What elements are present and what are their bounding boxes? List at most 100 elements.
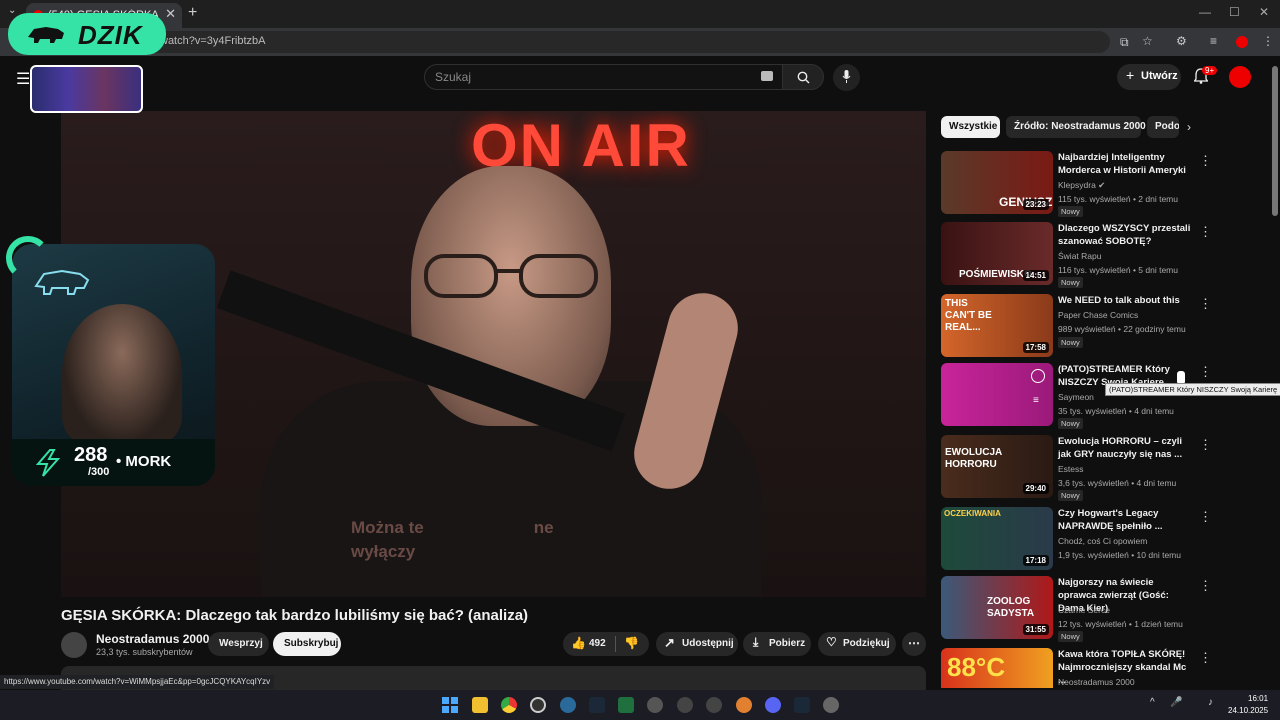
recommendation-channel[interactable]: Chodź, coś Ci opowiem	[1058, 536, 1147, 546]
file-explorer-icon[interactable]	[472, 697, 488, 713]
browser-icon[interactable]	[560, 697, 576, 713]
obs-icon[interactable]	[530, 697, 546, 713]
more-options-icon[interactable]: ⋮	[1199, 650, 1212, 666]
support-button[interactable]: Wesprzyj	[208, 632, 269, 656]
tab-list-chevron-icon[interactable]: ⌄	[8, 5, 16, 16]
hamburger-menu-icon[interactable]: ☰	[16, 69, 30, 89]
recommendation-item[interactable]: ≡ (PATO)STREAMER Który NISZCZY Swoją Kar…	[941, 363, 1261, 429]
tray-chevron-icon[interactable]: ^	[1150, 697, 1155, 708]
app-icon-8[interactable]	[677, 697, 693, 713]
recommendation-title[interactable]: Ewolucja HORRORU – czyli jak GRY nauczył…	[1058, 435, 1193, 461]
more-options-icon[interactable]: ⋮	[1199, 364, 1212, 380]
channel-name[interactable]: Neostradamus 2000	[96, 632, 209, 646]
bookmark-star-icon[interactable]: ☆	[1142, 34, 1153, 48]
close-window-button[interactable]: ✕	[1259, 5, 1269, 19]
recommendation-item[interactable]: OCZEKIWANIA 17:18 Czy Hogwart's Legacy N…	[941, 507, 1261, 573]
cast-icon[interactable]: ⧉	[1120, 35, 1129, 50]
more-options-icon[interactable]: ⋮	[1199, 224, 1212, 240]
keyboard-icon[interactable]	[761, 71, 773, 81]
recommendation-item[interactable]: GENIUSZ 23:23 Najbardziej Inteligentny M…	[941, 151, 1261, 217]
recommendation-title[interactable]: Czy Hogwart's Legacy NAPRAWDĘ spełniło .…	[1058, 507, 1193, 533]
watch-later-icon[interactable]	[1031, 369, 1045, 383]
recommendation-title[interactable]: Najbardziej Inteligentny Morderca w Hist…	[1058, 151, 1193, 177]
recommendation-item[interactable]: ZOOLOG SADYSTA 31:55 Najgorszy na świeci…	[941, 576, 1261, 642]
more-options-icon[interactable]: ⋮	[1199, 153, 1212, 169]
tray-mic-icon[interactable]: 🎤	[1170, 697, 1182, 708]
app-icon-7[interactable]	[647, 697, 663, 713]
webcam-overlay: 288 /300 • MORK	[12, 244, 215, 486]
recommendation-item[interactable]: 88°C Kawa która TOPIŁA SKÓRĘ! Najmroczni…	[941, 648, 1261, 688]
recommendation-channel[interactable]: Paper Chase Comics	[1058, 310, 1138, 320]
app-icon-10[interactable]	[736, 697, 752, 713]
thumbnail[interactable]: OCZEKIWANIA 17:18	[941, 507, 1053, 570]
clock-date[interactable]: 24.10.2025	[1228, 706, 1268, 715]
download-button[interactable]: ⤓ Pobierz	[743, 632, 811, 656]
chip-all[interactable]: Wszystkie	[941, 116, 1000, 138]
recommendation-item[interactable]: THIS CAN'T BE REAL... 17:58 We NEED to t…	[941, 294, 1261, 360]
user-avatar[interactable]	[1229, 66, 1251, 88]
like-icon[interactable]: 👍	[571, 636, 586, 650]
recommendation-channel[interactable]: Estess	[1058, 464, 1084, 474]
more-options-icon[interactable]: ⋮	[1199, 509, 1212, 525]
add-to-queue-icon[interactable]: ≡	[1033, 395, 1039, 406]
new-badge: Nowy	[1058, 490, 1083, 501]
chrome-menu-icon[interactable]: ⋮	[1262, 34, 1274, 48]
share-button[interactable]: ↗ Udostępnij	[656, 632, 738, 656]
scrollbar-thumb[interactable]	[1272, 66, 1278, 216]
steam-icon[interactable]	[589, 697, 605, 713]
recommendation-item[interactable]: EWOLUCJA HORRORU 29:40 Ewolucja HORRORU …	[941, 435, 1261, 501]
recommendation-channel[interactable]: Neostradamus 2000	[1058, 677, 1135, 687]
profile-icon[interactable]	[1236, 36, 1248, 48]
thumbnail[interactable]: THIS CAN'T BE REAL... 17:58	[941, 294, 1053, 357]
recommendation-channel[interactable]: Czarne Serce	[1058, 605, 1110, 615]
thumbnail[interactable]: GENIUSZ 23:23	[941, 151, 1053, 214]
channel-avatar[interactable]	[61, 632, 87, 658]
more-options-icon[interactable]: ⋮	[1199, 578, 1212, 594]
extensions-icon[interactable]: ⚙	[1176, 34, 1187, 48]
recommendation-channel[interactable]: Saymeon	[1058, 392, 1094, 402]
search-button[interactable]	[782, 64, 824, 90]
search-input[interactable]: Szukaj	[424, 64, 784, 90]
maximize-button[interactable]: ☐	[1229, 5, 1240, 19]
dislike-icon[interactable]: 👎	[624, 636, 639, 650]
new-badge: Nowy	[1058, 418, 1083, 429]
clock-time[interactable]: 16:01	[1248, 694, 1268, 703]
thumbnail[interactable]: 88°C	[941, 648, 1053, 688]
thanks-button[interactable]: ♡ Podziękuj	[818, 632, 896, 656]
more-options-icon[interactable]: ⋮	[1199, 437, 1212, 453]
chrome-icon[interactable]	[501, 697, 517, 713]
thumbnail[interactable]: EWOLUCJA HORRORU 29:40	[941, 435, 1053, 498]
excel-icon[interactable]	[618, 697, 634, 713]
thumbnail[interactable]: ≡	[941, 363, 1053, 426]
tab-close-icon[interactable]: ✕	[165, 6, 176, 22]
thumbnail[interactable]: ZOOLOG SADYSTA 31:55	[941, 576, 1053, 639]
chip-source[interactable]: Źródło: Neostradamus 2000	[1006, 116, 1146, 138]
app-icon-9[interactable]	[706, 697, 722, 713]
recommendation-channel[interactable]: Klepsydra ✔	[1058, 180, 1105, 191]
subscribe-button[interactable]: Subskrybuj	[273, 632, 341, 656]
recommendation-title[interactable]: Dlaczego WSZYSCY przestali szanować SOBO…	[1058, 222, 1193, 248]
minimize-button[interactable]: —	[1199, 5, 1211, 19]
chips-next-icon[interactable]: ›	[1187, 120, 1191, 134]
create-button[interactable]: + Utwórz	[1117, 64, 1181, 90]
page-scrollbar[interactable]	[1270, 58, 1280, 690]
start-icon[interactable]	[442, 697, 458, 713]
more-options-icon[interactable]: ⋮	[1199, 296, 1212, 312]
more-actions-button[interactable]: ⋯	[902, 632, 926, 656]
recommendation-title[interactable]: We NEED to talk about this	[1058, 294, 1193, 307]
settings-icon[interactable]	[823, 697, 839, 713]
media-icon[interactable]: ≡	[1210, 34, 1217, 48]
voice-search-button[interactable]	[833, 64, 860, 91]
recommendation-channel[interactable]: Świat Rapu	[1058, 251, 1101, 261]
download-icon: ⤓	[753, 635, 759, 649]
url-text[interactable]: watch?v=3y4FribtzbA	[160, 35, 265, 47]
new-tab-button[interactable]: +	[188, 4, 197, 22]
thumbnail[interactable]: POŚMIEWISKO 14:51	[941, 222, 1053, 285]
recommendation-item[interactable]: POŚMIEWISKO 14:51 Dlaczego WSZYSCY przes…	[941, 222, 1261, 288]
discord-icon[interactable]	[765, 697, 781, 713]
chip-podobne[interactable]: Podo	[1147, 116, 1179, 138]
like-count[interactable]: 492	[589, 638, 606, 649]
tray-volume-icon[interactable]: ♪	[1208, 697, 1213, 708]
steam-alt-icon[interactable]	[794, 697, 810, 713]
omnibox[interactable]: watch?v=3y4FribtzbA ⧉ ☆	[130, 31, 1153, 53]
